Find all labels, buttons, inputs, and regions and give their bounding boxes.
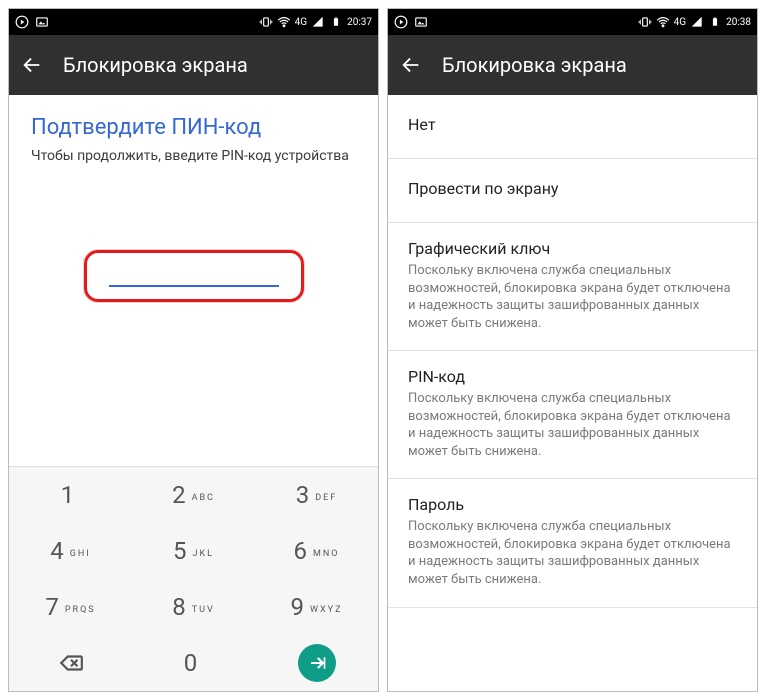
network-label: 4G <box>295 17 307 28</box>
option-none[interactable]: Нет <box>388 95 757 159</box>
key-backspace[interactable] <box>9 635 132 691</box>
pin-input-highlight <box>84 250 304 302</box>
picture-icon <box>35 15 49 29</box>
key-6[interactable]: 6MNO <box>255 523 378 579</box>
app-bar: Блокировка экрана <box>388 35 757 95</box>
pin-content: Подтвердите ПИН-код Чтобы продолжить, вв… <box>9 95 378 691</box>
phone-pin-confirm: 4G 20:37 Блокировка экрана Подтвердите П… <box>8 8 379 692</box>
option-title: PIN-код <box>408 367 737 386</box>
option-pin[interactable]: PIN-код Поскольку включена служба специа… <box>388 351 757 479</box>
back-icon[interactable] <box>21 54 43 76</box>
pin-subtitle: Чтобы продолжить, введите PIN-код устрой… <box>31 148 356 164</box>
key-2[interactable]: 2ABC <box>132 467 255 523</box>
option-pattern[interactable]: Графический ключ Поскольку включена служ… <box>388 223 757 351</box>
pin-title: Подтвердите ПИН-код <box>31 115 356 140</box>
play-icon <box>15 15 29 29</box>
option-title: Пароль <box>408 495 737 514</box>
wifi-icon <box>656 15 670 29</box>
key-4[interactable]: 4GHI <box>9 523 132 579</box>
signal-icon <box>311 15 325 29</box>
app-bar-title: Блокировка экрана <box>63 53 248 77</box>
key-9[interactable]: 9WXYZ <box>255 579 378 635</box>
play-icon <box>394 15 408 29</box>
key-0[interactable]: 0 <box>132 635 255 691</box>
key-5[interactable]: 5JKL <box>132 523 255 579</box>
vibrate-icon <box>638 15 652 29</box>
option-description: Поскольку включена служба специальных во… <box>408 390 737 460</box>
key-7[interactable]: 7PRQS <box>9 579 132 635</box>
option-title: Графический ключ <box>408 239 737 258</box>
status-bar: 4G 20:37 <box>9 9 378 35</box>
picture-icon <box>414 15 428 29</box>
option-description: Поскольку включена служба специальных во… <box>408 262 737 332</box>
phone-lock-options: 4G 20:38 Блокировка экрана Нет Провести … <box>387 8 758 692</box>
wifi-icon <box>277 15 291 29</box>
key-enter[interactable] <box>255 635 378 691</box>
lock-options-list: Нет Провести по экрану Графический ключ … <box>388 95 757 691</box>
option-description: Поскольку включена служба специальных во… <box>408 518 737 588</box>
option-password[interactable]: Пароль Поскольку включена служба специал… <box>388 479 757 607</box>
key-1[interactable]: 1 <box>9 467 132 523</box>
clock-label: 20:38 <box>726 17 751 28</box>
option-swipe[interactable]: Провести по экрану <box>388 159 757 223</box>
battery-icon <box>708 15 722 29</box>
key-3[interactable]: 3DEF <box>255 467 378 523</box>
option-title: Провести по экрану <box>408 179 737 198</box>
app-bar: Блокировка экрана <box>9 35 378 95</box>
vibrate-icon <box>259 15 273 29</box>
key-8[interactable]: 8TUV <box>132 579 255 635</box>
keypad: 1 2ABC 3DEF 4GHI 5JKL 6MNO 7PRQS 8TUV 9W… <box>9 466 378 691</box>
status-bar: 4G 20:38 <box>388 9 757 35</box>
battery-icon <box>329 15 343 29</box>
clock-label: 20:37 <box>347 17 372 28</box>
network-label: 4G <box>674 17 686 28</box>
back-icon[interactable] <box>400 54 422 76</box>
enter-icon <box>298 644 336 682</box>
signal-icon <box>690 15 704 29</box>
app-bar-title: Блокировка экрана <box>442 53 627 77</box>
pin-input[interactable] <box>109 285 279 287</box>
option-title: Нет <box>408 115 737 134</box>
